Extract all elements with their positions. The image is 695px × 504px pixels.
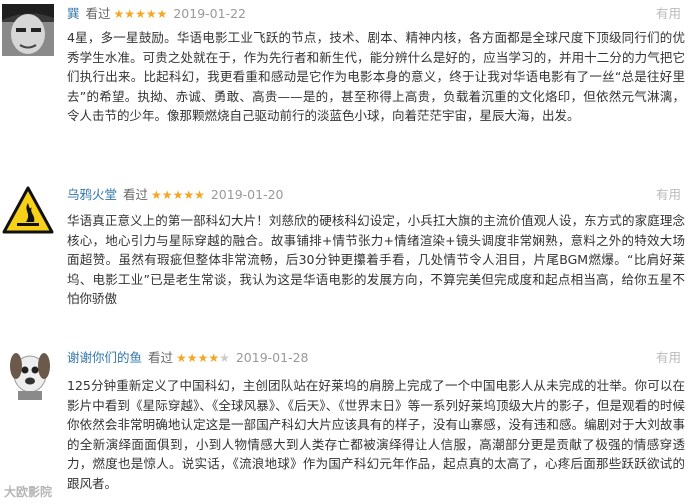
watermark-text: 大欧影院 — [4, 485, 53, 499]
useful-button[interactable]: 有用 — [656, 185, 681, 205]
username-link[interactable]: 乌鸦火堂 — [67, 187, 117, 202]
review-text: 125分钟重新定义了中国科幻，主创团队站在好莱坞的肩膀上完成了一个中国电影人从未… — [67, 378, 685, 491]
watched-status: 看过 — [123, 187, 149, 202]
star-filled-icon: ★ — [197, 351, 209, 365]
useful-button[interactable]: 有用 — [656, 4, 681, 24]
review-date: 2019-01-22 — [173, 6, 247, 21]
star-filled-icon: ★ — [151, 188, 162, 202]
rating-stars: ★★★★★ — [176, 351, 230, 365]
review-meta: 谢谢你们的鱼 看过 ★★★★★ 2019-01-28 — [67, 348, 309, 368]
star-filled-icon: ★ — [186, 351, 198, 365]
star-filled-icon: ★ — [183, 188, 195, 202]
review-meta: 巽看过 ★★★★★ 2019-01-22 — [67, 4, 246, 24]
useful-button[interactable]: 有用 — [656, 348, 681, 368]
review-date: 2019-01-28 — [235, 350, 309, 365]
star-filled-icon: ★ — [145, 7, 157, 21]
star-filled-icon: ★ — [161, 188, 173, 202]
user-avatar[interactable] — [2, 348, 54, 400]
review-text: 华语真正意义上的第一部科幻大片！刘慈欣的硬核科幻设定，小兵扛大旗的主流价值观人设… — [67, 213, 685, 306]
user-avatar[interactable] — [2, 4, 54, 56]
rating-stars: ★★★★★ — [114, 7, 168, 21]
star-filled-icon: ★ — [124, 7, 136, 21]
review-date: 2019-01-20 — [210, 187, 284, 202]
star-filled-icon: ★ — [172, 188, 184, 202]
review-meta: 乌鸦火堂 看过 ★★★★★ 2019-01-20 — [67, 185, 284, 205]
star-empty-icon: ★ — [219, 351, 230, 365]
watched-status: 看过 — [148, 350, 174, 365]
star-filled-icon: ★ — [135, 7, 146, 21]
username-link[interactable]: 巽 — [67, 6, 80, 21]
star-filled-icon: ★ — [208, 351, 220, 365]
star-filled-icon: ★ — [113, 7, 125, 21]
watched-status: 看过 — [85, 6, 111, 21]
rating-stars: ★★★★★ — [151, 188, 205, 202]
username-link[interactable]: 谢谢你们的鱼 — [67, 350, 142, 365]
user-avatar[interactable] — [2, 185, 54, 237]
star-filled-icon: ★ — [176, 351, 187, 365]
star-filled-icon: ★ — [156, 7, 168, 21]
review-text: 4星，多一星鼓励。华语电影工业飞跃的节点，技术、剧本、精神内核，各方面都是全球尺… — [67, 30, 685, 123]
star-filled-icon: ★ — [194, 188, 205, 202]
